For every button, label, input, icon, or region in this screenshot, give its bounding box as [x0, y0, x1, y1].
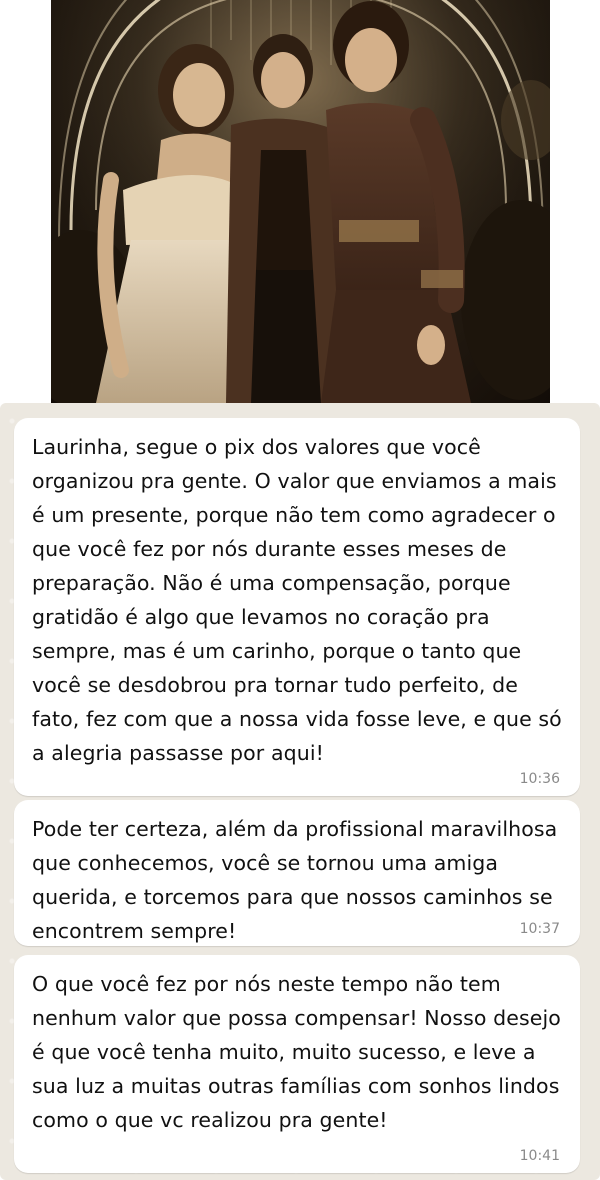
message-bubble[interactable]: Laurinha, segue o pix dos valores que vo…: [14, 418, 580, 796]
message-text: Laurinha, segue o pix dos valores que vo…: [32, 435, 562, 765]
message-bubble[interactable]: Pode ter certeza, além da profissional m…: [14, 800, 580, 946]
message-timestamp: 10:41: [519, 1148, 560, 1164]
event-photo[interactable]: [51, 0, 550, 403]
message-bubble[interactable]: O que você fez por nós neste tempo não t…: [14, 955, 580, 1173]
message-timestamp: 10:36: [519, 771, 560, 787]
photo-illustration: [51, 0, 550, 403]
message-text: O que você fez por nós neste tempo não t…: [32, 972, 561, 1132]
message-timestamp: 10:37: [519, 921, 560, 937]
message-text: Pode ter certeza, além da profissional m…: [32, 817, 558, 943]
chat-conversation: Laurinha, segue o pix dos valores que vo…: [0, 403, 600, 1180]
